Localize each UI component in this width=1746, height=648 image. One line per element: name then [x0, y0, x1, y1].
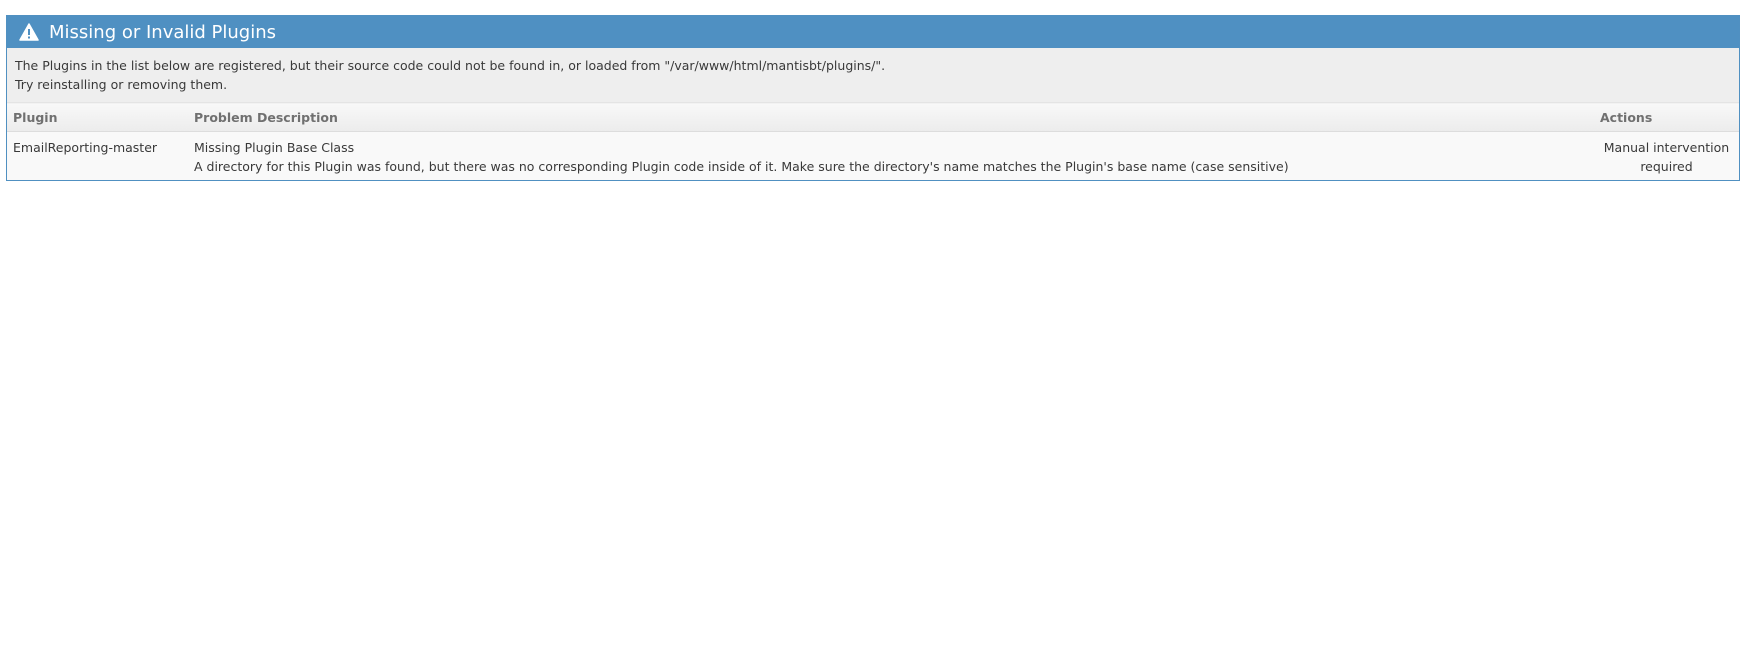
notice-line-2: Try reinstalling or removing them.	[15, 77, 228, 92]
widget-header: Missing or Invalid Plugins	[7, 16, 1739, 48]
widget-title: Missing or Invalid Plugins	[49, 21, 277, 43]
action-status: Manual intervention required	[1594, 131, 1739, 180]
problem-title: Missing Plugin Base Class	[194, 140, 355, 155]
header-actions: Actions	[1594, 102, 1739, 132]
plugins-table: Plugin Problem Description Actions Email…	[7, 102, 1739, 180]
warning-icon	[19, 23, 39, 41]
header-plugin: Plugin	[7, 102, 188, 132]
missing-plugins-widget: Missing or Invalid Plugins The Plugins i…	[6, 15, 1740, 181]
header-problem-description: Problem Description	[188, 102, 1594, 132]
table-header-row: Plugin Problem Description Actions	[7, 102, 1739, 132]
notice-line-1: The Plugins in the list below are regist…	[15, 58, 886, 73]
plugin-name: EmailReporting-master	[7, 131, 188, 180]
problem-detail: A directory for this Plugin was found, b…	[194, 159, 1289, 174]
problem-description: Missing Plugin Base Class A directory fo…	[188, 131, 1594, 180]
table-row: EmailReporting-master Missing Plugin Bas…	[7, 131, 1739, 180]
plugin-notice: The Plugins in the list below are regist…	[7, 48, 1739, 102]
